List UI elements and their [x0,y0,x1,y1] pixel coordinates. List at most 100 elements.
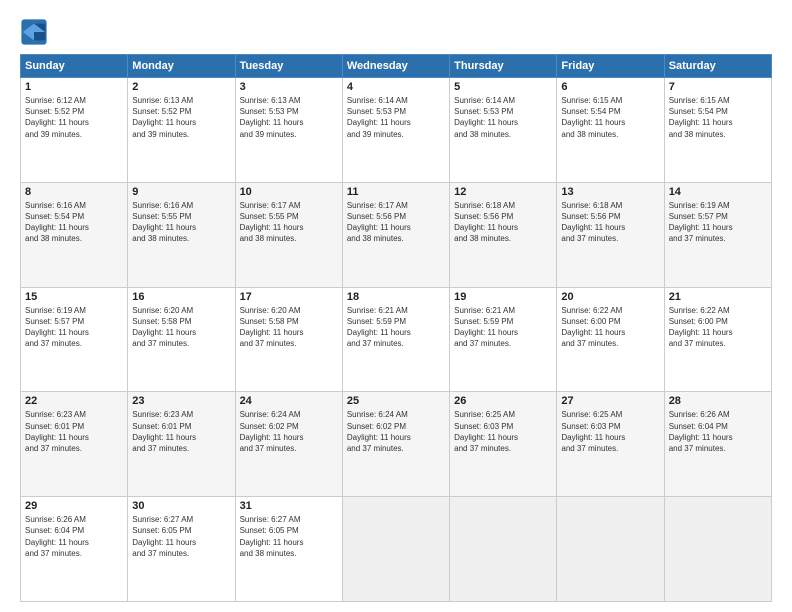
weekday-header-row: Sunday Monday Tuesday Wednesday Thursday… [21,55,772,78]
calendar-cell [342,497,449,602]
day-number: 23 [132,395,230,407]
day-number: 26 [454,395,552,407]
day-info: Sunrise: 6:26 AM Sunset: 6:04 PM Dayligh… [669,409,767,454]
calendar-cell: 20 Sunrise: 6:22 AM Sunset: 6:00 PM Dayli… [557,287,664,392]
calendar-cell: 29 Sunrise: 6:26 AM Sunset: 6:04 PM Dayli… [21,497,128,602]
day-info: Sunrise: 6:20 AM Sunset: 5:58 PM Dayligh… [132,305,230,350]
day-number: 15 [25,291,123,303]
day-info: Sunrise: 6:27 AM Sunset: 6:05 PM Dayligh… [132,514,230,559]
day-info: Sunrise: 6:19 AM Sunset: 5:57 PM Dayligh… [25,305,123,350]
day-number: 2 [132,81,230,93]
calendar-cell: 14 Sunrise: 6:19 AM Sunset: 5:57 PM Dayli… [664,182,771,287]
day-number: 7 [669,81,767,93]
day-info: Sunrise: 6:18 AM Sunset: 5:56 PM Dayligh… [454,200,552,245]
logo [20,18,52,46]
calendar-cell: 6 Sunrise: 6:15 AM Sunset: 5:54 PM Daylig… [557,78,664,183]
header-thursday: Thursday [450,55,557,78]
calendar-week-row: 1 Sunrise: 6:12 AM Sunset: 5:52 PM Daylig… [21,78,772,183]
day-info: Sunrise: 6:19 AM Sunset: 5:57 PM Dayligh… [669,200,767,245]
day-number: 24 [240,395,338,407]
calendar-week-row: 29 Sunrise: 6:26 AM Sunset: 6:04 PM Dayli… [21,497,772,602]
day-info: Sunrise: 6:12 AM Sunset: 5:52 PM Dayligh… [25,95,123,140]
day-number: 14 [669,186,767,198]
day-number: 12 [454,186,552,198]
day-number: 16 [132,291,230,303]
day-number: 1 [25,81,123,93]
day-number: 25 [347,395,445,407]
calendar-cell: 9 Sunrise: 6:16 AM Sunset: 5:55 PM Daylig… [128,182,235,287]
day-info: Sunrise: 6:23 AM Sunset: 6:01 PM Dayligh… [25,409,123,454]
header-tuesday: Tuesday [235,55,342,78]
day-number: 22 [25,395,123,407]
day-number: 29 [25,500,123,512]
day-info: Sunrise: 6:17 AM Sunset: 5:56 PM Dayligh… [347,200,445,245]
calendar-cell: 17 Sunrise: 6:20 AM Sunset: 5:58 PM Dayli… [235,287,342,392]
day-info: Sunrise: 6:14 AM Sunset: 5:53 PM Dayligh… [454,95,552,140]
day-number: 6 [561,81,659,93]
calendar-week-row: 15 Sunrise: 6:19 AM Sunset: 5:57 PM Dayli… [21,287,772,392]
day-info: Sunrise: 6:25 AM Sunset: 6:03 PM Dayligh… [454,409,552,454]
calendar-cell: 1 Sunrise: 6:12 AM Sunset: 5:52 PM Daylig… [21,78,128,183]
calendar-cell [557,497,664,602]
header-monday: Monday [128,55,235,78]
calendar-cell: 19 Sunrise: 6:21 AM Sunset: 5:59 PM Dayli… [450,287,557,392]
calendar-cell: 18 Sunrise: 6:21 AM Sunset: 5:59 PM Dayli… [342,287,449,392]
day-info: Sunrise: 6:13 AM Sunset: 5:53 PM Dayligh… [240,95,338,140]
day-info: Sunrise: 6:16 AM Sunset: 5:55 PM Dayligh… [132,200,230,245]
day-info: Sunrise: 6:18 AM Sunset: 5:56 PM Dayligh… [561,200,659,245]
day-number: 21 [669,291,767,303]
header-sunday: Sunday [21,55,128,78]
header-saturday: Saturday [664,55,771,78]
calendar-cell: 25 Sunrise: 6:24 AM Sunset: 6:02 PM Dayli… [342,392,449,497]
day-number: 27 [561,395,659,407]
calendar-week-row: 22 Sunrise: 6:23 AM Sunset: 6:01 PM Dayli… [21,392,772,497]
day-number: 10 [240,186,338,198]
calendar-cell: 7Sunrise: 6:15 AM Sunset: 5:54 PM Daylig… [664,78,771,183]
calendar-cell: 13 Sunrise: 6:18 AM Sunset: 5:56 PM Dayli… [557,182,664,287]
day-info: Sunrise: 6:27 AM Sunset: 6:05 PM Dayligh… [240,514,338,559]
calendar-cell: 3 Sunrise: 6:13 AM Sunset: 5:53 PM Daylig… [235,78,342,183]
day-number: 30 [132,500,230,512]
page: Sunday Monday Tuesday Wednesday Thursday… [0,0,792,612]
calendar-cell [450,497,557,602]
day-number: 19 [454,291,552,303]
header [20,18,772,46]
day-number: 3 [240,81,338,93]
header-friday: Friday [557,55,664,78]
calendar-cell: 4 Sunrise: 6:14 AM Sunset: 5:53 PM Daylig… [342,78,449,183]
calendar-cell: 16 Sunrise: 6:20 AM Sunset: 5:58 PM Dayli… [128,287,235,392]
day-number: 31 [240,500,338,512]
calendar-cell: 15 Sunrise: 6:19 AM Sunset: 5:57 PM Dayli… [21,287,128,392]
calendar-cell: 22 Sunrise: 6:23 AM Sunset: 6:01 PM Dayli… [21,392,128,497]
day-number: 13 [561,186,659,198]
day-info: Sunrise: 6:24 AM Sunset: 6:02 PM Dayligh… [347,409,445,454]
calendar-table: Sunday Monday Tuesday Wednesday Thursday… [20,54,772,602]
day-number: 20 [561,291,659,303]
calendar-cell: 11Sunrise: 6:17 AM Sunset: 5:56 PM Dayli… [342,182,449,287]
day-info: Sunrise: 6:25 AM Sunset: 6:03 PM Dayligh… [561,409,659,454]
day-number: 4 [347,81,445,93]
calendar-cell: 12 Sunrise: 6:18 AM Sunset: 5:56 PM Dayli… [450,182,557,287]
day-info: Sunrise: 6:21 AM Sunset: 5:59 PM Dayligh… [347,305,445,350]
day-number: 17 [240,291,338,303]
calendar-cell: 21 Sunrise: 6:22 AM Sunset: 6:00 PM Dayli… [664,287,771,392]
day-number: 18 [347,291,445,303]
day-info: Sunrise: 6:22 AM Sunset: 6:00 PM Dayligh… [669,305,767,350]
calendar-cell: 30 Sunrise: 6:27 AM Sunset: 6:05 PM Dayli… [128,497,235,602]
logo-icon [20,18,48,46]
day-info: Sunrise: 6:23 AM Sunset: 6:01 PM Dayligh… [132,409,230,454]
calendar-cell: 23 Sunrise: 6:23 AM Sunset: 6:01 PM Dayli… [128,392,235,497]
day-info: Sunrise: 6:26 AM Sunset: 6:04 PM Dayligh… [25,514,123,559]
day-info: Sunrise: 6:14 AM Sunset: 5:53 PM Dayligh… [347,95,445,140]
day-info: Sunrise: 6:22 AM Sunset: 6:00 PM Dayligh… [561,305,659,350]
day-info: Sunrise: 6:24 AM Sunset: 6:02 PM Dayligh… [240,409,338,454]
calendar-cell: 8Sunrise: 6:16 AM Sunset: 5:54 PM Daylig… [21,182,128,287]
calendar-cell: 31 Sunrise: 6:27 AM Sunset: 6:05 PM Dayli… [235,497,342,602]
day-info: Sunrise: 6:15 AM Sunset: 5:54 PM Dayligh… [561,95,659,140]
day-number: 28 [669,395,767,407]
day-info: Sunrise: 6:21 AM Sunset: 5:59 PM Dayligh… [454,305,552,350]
day-info: Sunrise: 6:20 AM Sunset: 5:58 PM Dayligh… [240,305,338,350]
day-number: 5 [454,81,552,93]
day-number: 9 [132,186,230,198]
calendar-cell [664,497,771,602]
